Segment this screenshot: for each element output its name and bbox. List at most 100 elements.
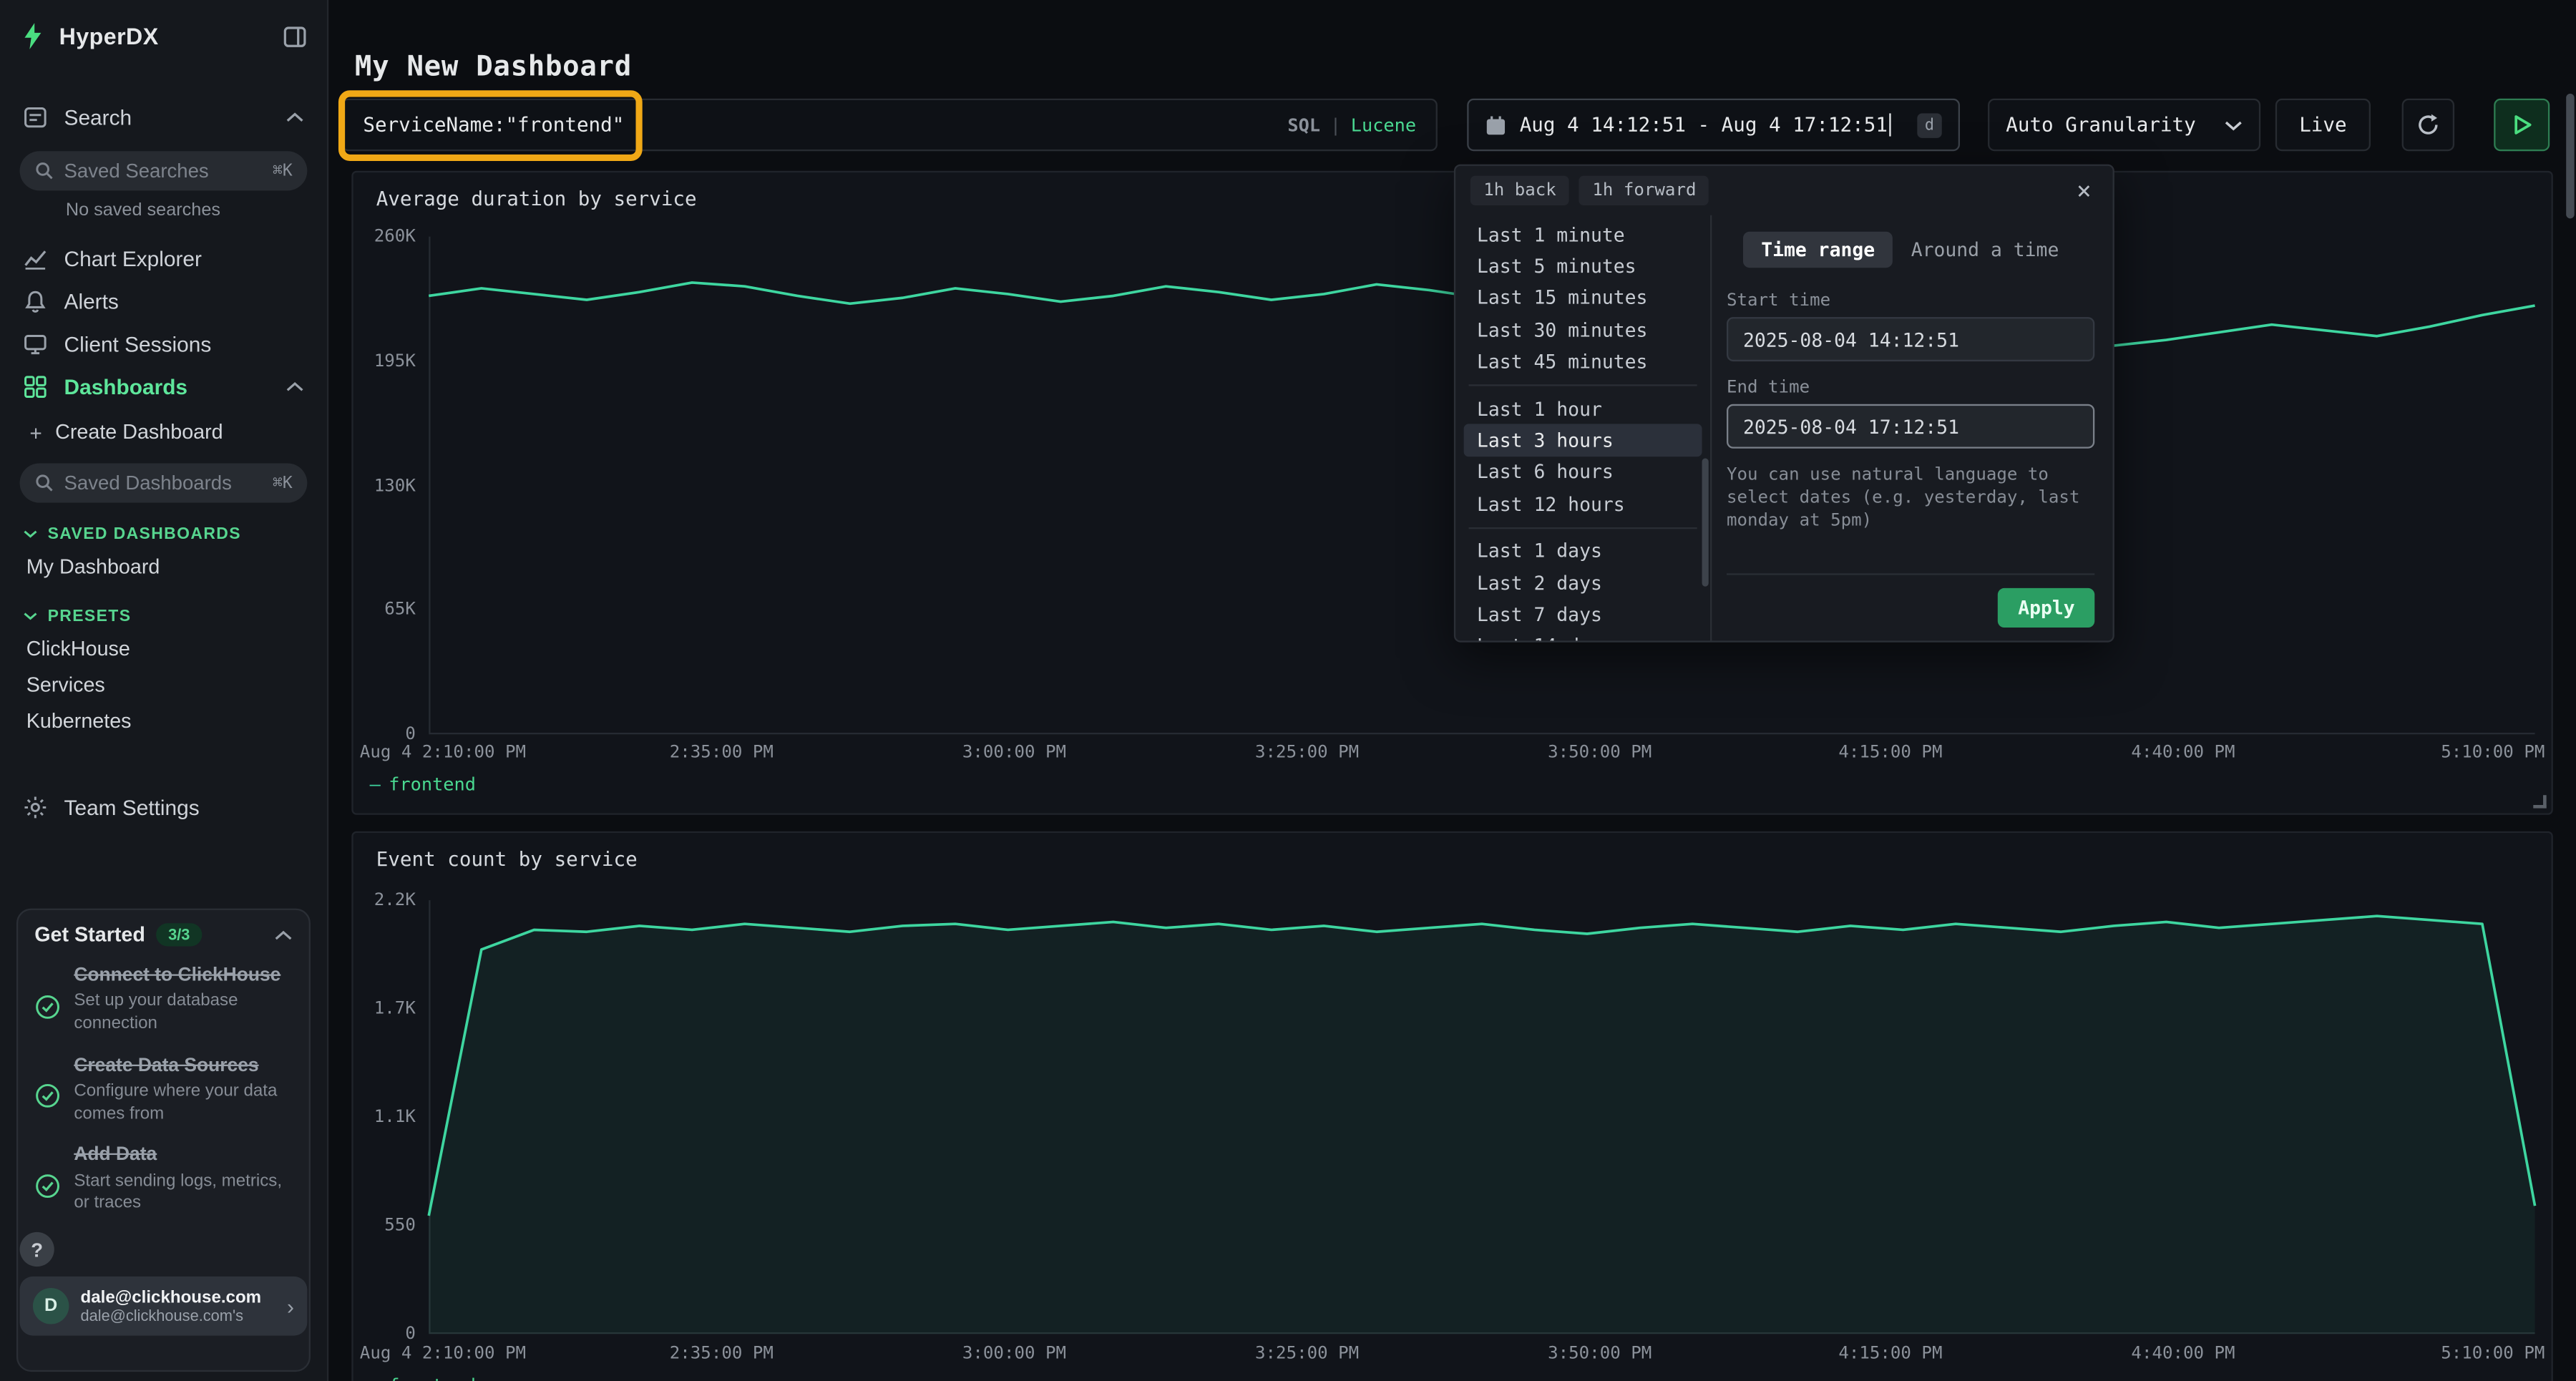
granularity-select[interactable]: Auto Granularity <box>1988 99 2260 151</box>
quick-range-item[interactable]: Last 30 minutes <box>1464 314 1702 346</box>
run-query-button[interactable] <box>2494 99 2550 151</box>
x-tick-label: 3:50:00 PM <box>1548 743 1652 763</box>
sidebar-item-label: Client Sessions <box>64 331 212 356</box>
y-tick-label: 130K <box>353 476 416 496</box>
time-range-input[interactable]: Aug 4 14:12:51 - Aug 4 17:12:51 d <box>1467 99 1960 151</box>
sidebar-item-dashboards[interactable]: Dashboards <box>0 365 327 408</box>
refresh-button[interactable] <box>2402 99 2454 151</box>
resize-handle[interactable] <box>2533 795 2546 808</box>
apply-button[interactable]: Apply <box>1999 588 2095 628</box>
sidebar-item-kubernetes[interactable]: Kubernetes <box>0 703 327 740</box>
sql-mode-toggle[interactable]: SQL <box>1287 114 1320 136</box>
chevron-up-icon[interactable] <box>274 929 292 940</box>
sidebar-item-chart-explorer[interactable]: Chart Explorer <box>0 237 327 280</box>
create-dashboard-button[interactable]: + Create Dashboard <box>0 414 327 451</box>
saved-dashboards-header[interactable]: SAVED DASHBOARDS <box>0 519 327 549</box>
quick-range-item[interactable]: Last 1 days <box>1464 535 1702 567</box>
shift-back-button[interactable]: 1h back <box>1470 176 1569 205</box>
quick-range-item[interactable]: Last 12 hours <box>1464 488 1702 520</box>
sidebar-item-my-dashboard[interactable]: My Dashboard <box>0 549 327 585</box>
get-started-item[interactable]: Create Data Sources Configure where your… <box>34 1054 292 1126</box>
gear-icon <box>23 794 47 819</box>
sidebar-item-services[interactable]: Services <box>0 667 327 703</box>
chart-legend[interactable]: —frontend <box>370 774 476 795</box>
live-button[interactable]: Live <box>2275 99 2371 151</box>
chevron-up-icon <box>286 111 303 122</box>
sidebar: HyperDX Search Saved Searches ⌘K No save… <box>0 0 328 1381</box>
quick-range-item[interactable]: Last 1 minute <box>1464 218 1702 250</box>
no-saved-searches-note: No saved searches <box>66 200 327 220</box>
x-tick-label: 5:10:00 PM <box>2441 743 2545 763</box>
get-started-item-desc: Start sending logs, metrics, or traces <box>74 1171 292 1216</box>
time-shortcut-kbd: d <box>1917 112 1941 137</box>
sidebar-item-search[interactable]: Search <box>0 95 327 138</box>
y-tick-label: 260K <box>353 227 416 247</box>
y-tick-label: 0 <box>353 724 416 744</box>
tab-around-a-time[interactable]: Around a time <box>1893 232 2077 268</box>
quick-range-item[interactable]: Last 7 days <box>1464 598 1702 630</box>
sidebar-item-client-sessions[interactable]: Client Sessions <box>0 322 327 365</box>
shift-forward-button[interactable]: 1h forward <box>1579 176 1709 205</box>
chart-legend[interactable]: —frontend <box>370 1375 476 1381</box>
close-icon[interactable]: × <box>2070 175 2098 207</box>
get-started-item[interactable]: Connect to ClickHouse Set up your databa… <box>34 965 292 1036</box>
quick-range-item[interactable]: Last 5 minutes <box>1464 250 1702 283</box>
legend-series-name: frontend <box>389 774 476 795</box>
chart-panel-avg-duration: Average duration by service 260K195K130K… <box>351 171 2553 815</box>
sidebar-item-label: Alerts <box>64 288 119 313</box>
check-circle-icon <box>34 1157 61 1216</box>
legend-dash-icon: — <box>370 1375 381 1381</box>
dashboards-grid-icon <box>23 374 47 398</box>
saved-dashboards-placeholder: Saved Dashboards <box>64 472 273 494</box>
get-started-item[interactable]: Add Data Start sending logs, metrics, or… <box>34 1144 292 1216</box>
end-time-input[interactable]: 2025-08-04 17:12:51 <box>1727 404 2094 449</box>
y-tick-label: 0 <box>353 1324 416 1344</box>
x-tick-label: 3:25:00 PM <box>1255 1344 1359 1364</box>
sidebar-item-label: Chart Explorer <box>64 245 202 270</box>
user-menu[interactable]: D dale@clickhouse.com dale@clickhouse.co… <box>20 1277 308 1336</box>
quick-range-item[interactable]: Last 14 days <box>1464 630 1702 640</box>
get-started-item-desc: Configure where your data comes from <box>74 1081 292 1126</box>
saved-searches-input[interactable]: Saved Searches ⌘K <box>20 151 308 190</box>
tab-time-range[interactable]: Time range <box>1743 232 1893 268</box>
app-window: HyperDX Search Saved Searches ⌘K No save… <box>0 0 2576 1381</box>
query-input[interactable]: ServiceName:"frontend" SQL | Lucene <box>342 99 1438 151</box>
natural-language-hint: You can use natural language to select d… <box>1727 463 2094 533</box>
calendar-icon <box>1485 114 1506 136</box>
quick-range-item[interactable]: Last 1 hour <box>1464 393 1702 425</box>
chevron-down-icon <box>23 611 38 621</box>
x-tick-label: Aug 4 2:10:00 PM <box>360 1344 526 1364</box>
page-title: My New Dashboard <box>355 52 632 84</box>
collapse-sidebar-icon[interactable] <box>283 24 307 48</box>
quick-range-item[interactable]: Last 15 minutes <box>1464 282 1702 314</box>
brand-name: HyperDX <box>59 23 159 49</box>
page-scrollbar[interactable] <box>2566 94 2574 218</box>
search-section-icon <box>23 104 47 129</box>
search-icon <box>34 473 54 493</box>
dashboard-toolbar: ServiceName:"frontend" SQL | Lucene Aug … <box>342 99 2563 151</box>
list-scrollbar[interactable] <box>1702 459 1709 587</box>
start-time-input[interactable]: 2025-08-04 14:12:51 <box>1727 317 2094 361</box>
sidebar-item-label: Team Settings <box>64 794 200 819</box>
sidebar-item-clickhouse[interactable]: ClickHouse <box>0 631 327 668</box>
quick-range-item[interactable]: Last 6 hours <box>1464 457 1702 489</box>
plus-icon: + <box>29 420 42 444</box>
get-started-item-title: Create Data Sources <box>74 1054 292 1078</box>
quick-range-item-selected[interactable]: Last 3 hours <box>1464 424 1702 457</box>
sidebar-item-alerts[interactable]: Alerts <box>0 279 327 322</box>
get-started-title: Get Started <box>34 923 145 946</box>
quick-range-item[interactable]: Last 45 minutes <box>1464 346 1702 378</box>
x-tick-label: 4:15:00 PM <box>1838 743 1942 763</box>
get-started-item-desc: Set up your database connection <box>74 991 292 1036</box>
refresh-icon <box>2416 113 2439 136</box>
presets-header[interactable]: PRESETS <box>0 601 327 630</box>
sidebar-item-team-settings[interactable]: Team Settings <box>0 785 327 828</box>
x-tick-label: 3:00:00 PM <box>962 1344 1066 1364</box>
saved-searches-placeholder: Saved Searches <box>64 160 273 182</box>
help-button[interactable]: ? <box>20 1232 54 1267</box>
saved-dashboards-input[interactable]: Saved Dashboards ⌘K <box>20 463 308 502</box>
shortcut-kbd: ⌘K <box>273 474 293 492</box>
lucene-mode-toggle[interactable]: Lucene <box>1351 114 1416 136</box>
check-circle-icon <box>34 1068 61 1126</box>
quick-range-item[interactable]: Last 2 days <box>1464 567 1702 599</box>
